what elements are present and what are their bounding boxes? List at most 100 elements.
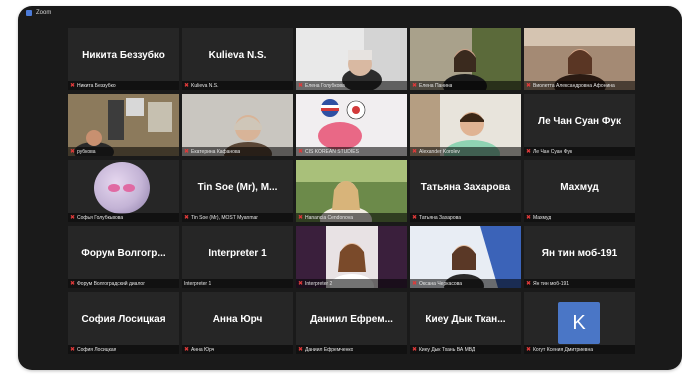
zoom-window: Zoom Никита Беззубко ✖ Никита Беззубко K…: [18, 6, 682, 370]
participant-label: Екатерина Кафанова: [191, 148, 241, 155]
participant-label: София Лосицкая: [77, 346, 117, 353]
microphone-muted-icon: ✖: [184, 346, 190, 353]
participant-label: Махмуд: [533, 214, 552, 221]
microphone-muted-icon: ✖: [526, 214, 532, 221]
microphone-muted-icon: ✖: [526, 346, 532, 353]
participant-footer: ✖ Софья Голубкьвова: [68, 213, 179, 222]
participant-footer: ✖ Когут Ксения Дмитриевна: [524, 345, 635, 354]
participant-label: Виолетта Александровна Афонина: [533, 82, 615, 89]
participant-footer: ✖ рубкова: [68, 147, 179, 156]
participant-label: Форум Волгоградский диалог: [77, 280, 146, 287]
participant-footer: ✖ Елена Панина: [410, 81, 521, 90]
microphone-muted-icon: ✖: [298, 280, 304, 287]
microphone-muted-icon: ✖: [70, 82, 76, 89]
participant-tile[interactable]: Tin Soe (Mr), M... ✖ Tin Soe (Mr), MOST …: [182, 160, 293, 222]
participant-tile-active-speaker[interactable]: ✖ Alexander Korolev: [410, 94, 521, 156]
participant-tile[interactable]: ✖ Оксана Черкасова: [410, 226, 521, 288]
participant-label: Даниил Ефремченко: [305, 346, 354, 353]
participant-footer: ✖ Kulieva N.S.: [182, 81, 293, 90]
participant-tile[interactable]: ✖ Виолетта Александровна Афонина: [524, 28, 635, 90]
participant-tile[interactable]: София Лосицкая ✖ София Лосицкая: [68, 292, 179, 354]
participant-tile[interactable]: Анна Юрч ✖ Анна Юрч: [182, 292, 293, 354]
participant-label: Ле Чан Суан Фук: [533, 148, 573, 155]
participant-footer: ✖ Ле Чан Суан Фук: [524, 147, 635, 156]
microphone-muted-icon: ✖: [412, 82, 418, 89]
participant-tile[interactable]: Даниил Ефрем... ✖ Даниил Ефремченко: [296, 292, 407, 354]
microphone-muted-icon: ✖: [526, 82, 532, 89]
microphone-muted-icon: ✖: [412, 214, 418, 221]
participant-tile[interactable]: Kulieva N.S. ✖ Kulieva N.S.: [182, 28, 293, 90]
participant-tile[interactable]: Киеу Дык Ткан... ✖ Киеу Дык Тхань ВА МВД: [410, 292, 521, 354]
participant-tile[interactable]: ✖ Елена Голубкова: [296, 28, 407, 90]
participant-footer: ✖ София Лосицкая: [68, 345, 179, 354]
participant-label: CIS KOREAN STUDIES: [305, 148, 359, 155]
microphone-muted-icon: ✖: [412, 148, 418, 155]
participant-tile[interactable]: Махмуд ✖ Махмуд: [524, 160, 635, 222]
participant-tile[interactable]: K ✖ Когут Ксения Дмитриевна: [524, 292, 635, 354]
participant-tile[interactable]: ✖ Hanancia Cendonova: [296, 160, 407, 222]
microphone-muted-icon: ✖: [298, 214, 304, 221]
participant-display-name: Kulieva N.S.: [208, 50, 267, 61]
participant-tile[interactable]: Ле Чан Суан Фук ✖ Ле Чан Суан Фук: [524, 94, 635, 156]
microphone-muted-icon: ✖: [526, 148, 532, 155]
participant-footer: ✖ Киеу Дык Тхань ВА МВД: [410, 345, 521, 354]
sunglasses-icon: [108, 184, 136, 192]
participant-display-name: Tin Soe (Mr), M...: [197, 182, 278, 193]
participant-footer: ✖ Елена Голубкова: [296, 81, 407, 90]
gallery-grid: Никита Беззубко ✖ Никита Беззубко Kuliev…: [68, 28, 635, 355]
participant-footer: ✖ Виолетта Александровна Афонина: [524, 81, 635, 90]
participant-display-name: Махмуд: [560, 182, 599, 193]
participant-tile[interactable]: Татьяна Захарова ✖ Татьяна Захарова: [410, 160, 521, 222]
microphone-muted-icon: ✖: [298, 148, 304, 155]
participant-tile[interactable]: Форум Волгогр... ✖ Форум Волгоградский д…: [68, 226, 179, 288]
participant-footer: Interpreter 1: [182, 279, 293, 288]
title-bar: Zoom: [18, 6, 682, 20]
participant-display-name: Ле Чан Суан Фук: [538, 116, 621, 127]
participant-tile[interactable]: ✖ Екатерина Кафанова: [182, 94, 293, 156]
participant-tile[interactable]: Никита Беззубко ✖ Никита Беззубко: [68, 28, 179, 90]
participant-tile[interactable]: ✖ CIS KOREAN STUDIES: [296, 94, 407, 156]
participant-display-name: Татьяна Захарова: [420, 182, 511, 193]
participant-display-name: Никита Беззубко: [82, 50, 165, 61]
microphone-muted-icon: ✖: [412, 346, 418, 353]
participant-label: Софья Голубкьвова: [77, 214, 124, 221]
participant-tile[interactable]: Ян тин моб-191 ✖ Ян тин моб-191: [524, 226, 635, 288]
participant-footer: ✖ Tin Soe (Mr), MOST Myanmar: [182, 213, 293, 222]
participant-tile[interactable]: ✖ Елена Панина: [410, 28, 521, 90]
participant-avatar: K: [558, 302, 600, 344]
participant-footer: ✖ Форум Волгоградский диалог: [68, 279, 179, 288]
participant-footer: ✖ Никита Беззубко: [68, 81, 179, 90]
participant-display-name: Форум Волгогр...: [81, 248, 166, 259]
microphone-muted-icon: ✖: [70, 346, 76, 353]
participant-label: Interpreter 2: [305, 280, 333, 287]
participant-label: Hanancia Cendonova: [305, 214, 354, 221]
window-title: Zoom: [36, 10, 52, 16]
participant-label: Interpreter 1: [184, 280, 212, 287]
participant-display-name: Киеу Дык Ткан...: [425, 314, 506, 325]
participant-tile[interactable]: Interpreter 1 Interpreter 1: [182, 226, 293, 288]
participant-footer: ✖ Hanancia Cendonova: [296, 213, 407, 222]
participant-footer: ✖ Ян тин моб-191: [524, 279, 635, 288]
participant-footer: ✖ Даниил Ефремченко: [296, 345, 407, 354]
participant-display-name: Interpreter 1: [208, 248, 267, 259]
participant-label: Никита Беззубко: [77, 82, 116, 89]
participant-label: Когут Ксения Дмитриевна: [533, 346, 593, 353]
microphone-muted-icon: ✖: [298, 346, 304, 353]
participant-footer: ✖ CIS KOREAN STUDIES: [296, 147, 407, 156]
participant-footer: ✖ Татьяна Захарова: [410, 213, 521, 222]
participant-label: Оксана Черкасова: [419, 280, 463, 287]
microphone-muted-icon: ✖: [184, 82, 190, 89]
participant-tile[interactable]: ✖ рубкова: [68, 94, 179, 156]
participant-label: Ян тин моб-191: [533, 280, 570, 287]
microphone-muted-icon: ✖: [298, 82, 304, 89]
participant-tile[interactable]: ✖ Софья Голубкьвова: [68, 160, 179, 222]
participant-tile[interactable]: ✖ Interpreter 2: [296, 226, 407, 288]
participant-label: Alexander Korolev: [419, 148, 460, 155]
microphone-muted-icon: ✖: [70, 280, 76, 287]
participant-label: Tin Soe (Mr), MOST Myanmar: [191, 214, 258, 221]
participant-footer: ✖ Махмуд: [524, 213, 635, 222]
participant-footer: ✖ Екатерина Кафанова: [182, 147, 293, 156]
microphone-muted-icon: ✖: [70, 214, 76, 221]
participant-label: Татьяна Захарова: [419, 214, 462, 221]
participant-label: Елена Голубкова: [305, 82, 345, 89]
